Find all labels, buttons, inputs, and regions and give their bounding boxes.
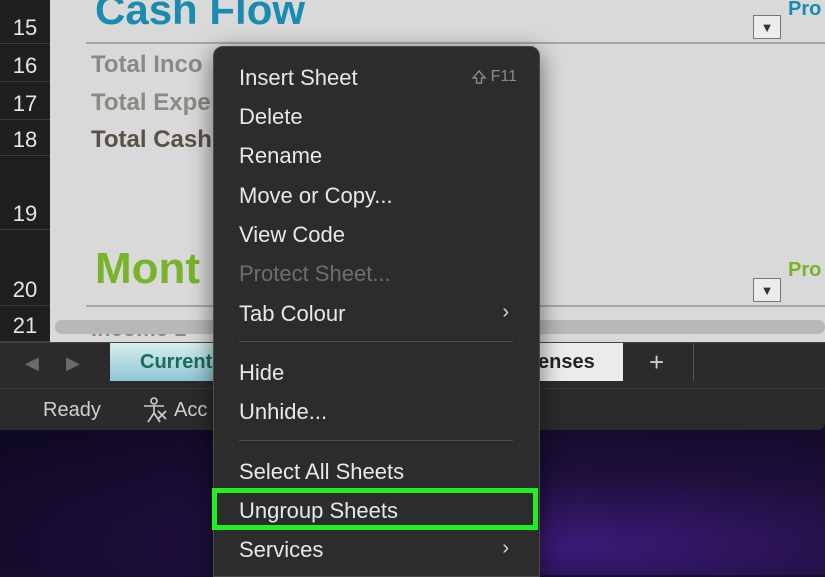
cashflow-title: Cash Flow: [95, 0, 306, 33]
total-cash-label: Total Cash: [91, 126, 212, 153]
chevron-right-icon: ›: [502, 537, 509, 559]
menu-item-hide[interactable]: Hide: [214, 355, 539, 391]
menu-separator: [239, 440, 513, 441]
menu-item-unhide[interactable]: Unhide...: [214, 394, 539, 430]
shortcut-key-label: F11: [490, 68, 517, 85]
menu-item-rename[interactable]: Rename: [214, 138, 539, 174]
menu-item-move-or-copy[interactable]: Move or Copy...: [214, 178, 539, 214]
add-sheet-icon[interactable]: +: [649, 347, 664, 378]
filter-dropdown-icon[interactable]: ▼: [753, 15, 781, 39]
menu-item-protect-sheet: Protect Sheet...: [239, 261, 391, 286]
menu-item-shortcut: F11: [471, 68, 517, 86]
menu-item-label: Services: [239, 537, 324, 562]
menu-item-services[interactable]: Services ›: [214, 532, 539, 568]
next-sheet-icon[interactable]: ▶: [66, 353, 80, 374]
menu-item-view-code[interactable]: View Code: [214, 217, 539, 253]
total-expenses-label: Total Expe: [91, 89, 211, 116]
total-income-label: Total Inco: [91, 51, 203, 78]
projected-label: Pro: [788, 0, 822, 20]
prev-sheet-icon[interactable]: ◀: [25, 353, 39, 374]
monthly-title: Mont: [95, 244, 201, 293]
divider: [86, 42, 825, 44]
shift-key-icon: [471, 69, 487, 84]
row-header[interactable]: 17: [0, 82, 50, 120]
row-header[interactable]: 18: [0, 120, 50, 156]
row-header[interactable]: 19: [0, 156, 50, 230]
status-accessibility[interactable]: Acc: [174, 399, 207, 422]
tab-current[interactable]: Current: [110, 343, 220, 381]
row-header[interactable]: 15: [0, 0, 50, 44]
menu-separator: [239, 341, 513, 342]
row-header[interactable]: 21: [0, 306, 50, 342]
row-header[interactable]: 20: [0, 230, 50, 306]
menu-item-label: Insert Sheet: [239, 65, 358, 90]
chevron-right-icon: ›: [502, 301, 509, 323]
menu-item-insert-sheet[interactable]: Insert Sheet F11: [214, 60, 539, 96]
menu-item-select-all-sheets[interactable]: Select All Sheets: [214, 454, 539, 490]
ungroup-sheets-highlight: [212, 488, 538, 530]
menu-item-delete[interactable]: Delete: [214, 99, 539, 135]
filter-dropdown-icon[interactable]: ▼: [753, 278, 781, 302]
menu-item-tab-colour[interactable]: Tab Colour ›: [214, 296, 539, 332]
row-header[interactable]: 16: [0, 44, 50, 82]
menu-item-label: Tab Colour: [239, 301, 346, 326]
accessibility-icon[interactable]: [140, 397, 168, 428]
projected-label: Pro: [788, 259, 822, 281]
status-ready: Ready: [43, 399, 101, 421]
row-headers: 15 16 17 18 19 20 21: [0, 0, 50, 342]
